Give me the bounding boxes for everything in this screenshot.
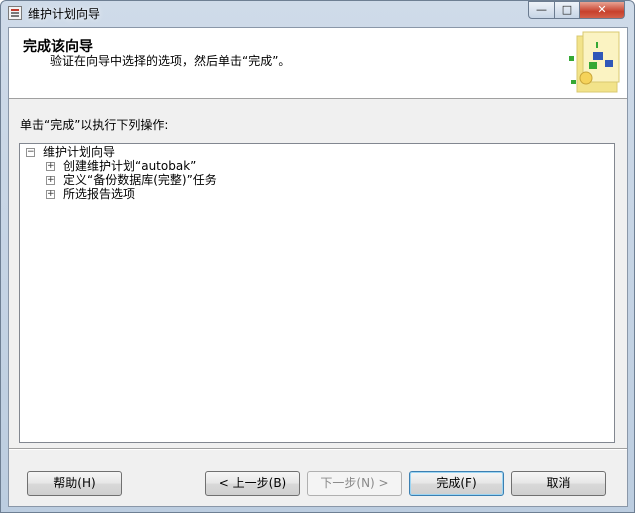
wizard-header: 完成该向导 验证在向导中选择的选项，然后单击“完成”。	[9, 28, 627, 99]
collapse-icon[interactable]: −	[26, 148, 35, 157]
expand-icon[interactable]: +	[46, 190, 55, 199]
title-bar[interactable]: 维护计划向导 — □ ✕	[1, 1, 634, 27]
wizard-illustration-icon	[569, 31, 620, 93]
finish-button[interactable]: 完成(F)	[409, 471, 504, 496]
tree-node-label: 创建维护计划“autobak”	[63, 159, 197, 173]
maximize-button[interactable]: □	[554, 1, 580, 19]
wizard-window: 维护计划向导 — □ ✕ 完成该向导 验证在向导中选择的选项，然后单击“完成”。…	[0, 0, 635, 513]
expand-icon[interactable]: +	[46, 176, 55, 185]
tree-node-label: 定义“备份数据库(完整)”任务	[63, 173, 217, 187]
instruction-text: 单击“完成”以执行下列操作:	[20, 118, 169, 132]
window-title: 维护计划向导	[28, 7, 101, 21]
app-icon	[8, 6, 22, 20]
tree-node-label: 维护计划向导	[43, 145, 116, 159]
help-button[interactable]: 帮助(H)	[27, 471, 122, 496]
tree-node-label: 所选报告选项	[63, 187, 136, 201]
back-button[interactable]: < 上一步(B)	[205, 471, 300, 496]
wizard-client-area: 完成该向导 验证在向导中选择的选项，然后单击“完成”。 单击“完成”以执行下列操…	[8, 27, 628, 507]
page-subtitle: 验证在向导中选择的选项，然后单击“完成”。	[50, 54, 291, 68]
footer-divider	[9, 448, 627, 450]
next-button[interactable]: 下一步(N) >	[307, 471, 402, 496]
summary-tree[interactable]: − 维护计划向导 + 创建维护计划“autobak” + 定义“备份数据库(完整…	[19, 143, 615, 443]
minimize-button[interactable]: —	[528, 1, 555, 19]
close-button[interactable]: ✕	[579, 1, 625, 19]
expand-icon[interactable]: +	[46, 162, 55, 171]
cancel-button[interactable]: 取消	[511, 471, 606, 496]
